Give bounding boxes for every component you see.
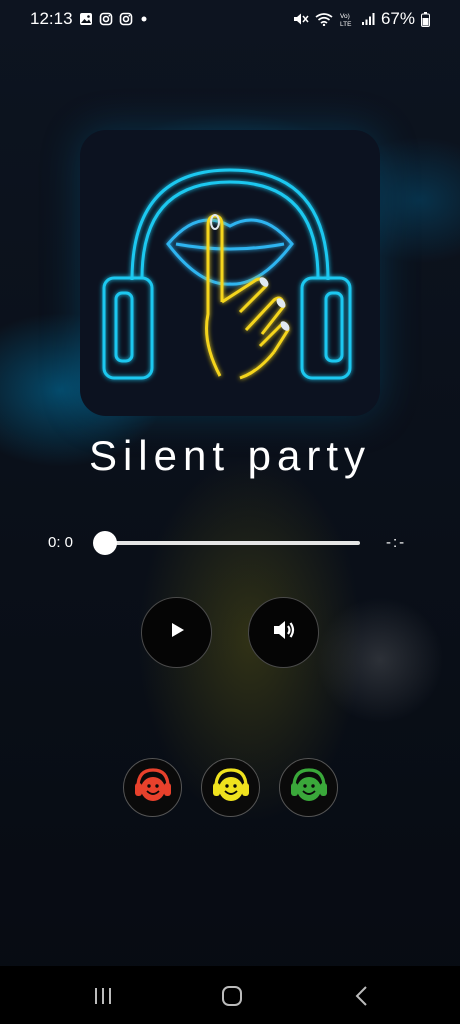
back-icon[interactable] [349,983,375,1009]
status-bar: 12:13 Vo) LTE 67% [0,0,460,38]
dot-icon [139,14,149,24]
gallery-icon [79,12,93,26]
wifi-icon [315,12,333,26]
headphones-smiley-icon [209,763,253,812]
seek-thumb[interactable] [93,531,117,555]
status-time: 12:13 [30,9,73,28]
home-icon[interactable] [219,983,245,1009]
play-button[interactable] [141,597,212,668]
status-right: Vo) LTE 67% [293,9,430,29]
play-icon [168,621,186,644]
svg-text:Vo): Vo) [340,13,350,20]
channel-red-button[interactable] [123,758,182,817]
headphones-icon [102,168,352,380]
battery-icon [421,11,430,27]
signal-icon [361,12,375,26]
album-artwork [80,130,380,416]
volume-button[interactable] [248,597,319,668]
track-title: Silent party [88,432,372,479]
seek-bar[interactable] [104,541,360,545]
current-time: 0: 0 [48,534,74,551]
total-time: -:- [386,534,407,551]
channel-yellow-button[interactable] [201,758,260,817]
svg-text:LTE: LTE [340,21,352,27]
instagram-icon [119,12,133,26]
status-left: 12:13 [30,9,149,29]
lips-icon [166,218,294,286]
instagram-icon [99,12,113,26]
channel-green-button[interactable] [279,758,338,817]
volume-icon [272,619,296,646]
mute-icon [293,12,309,26]
recents-icon[interactable] [90,983,116,1009]
volte-icon: Vo) LTE [339,11,355,27]
navigation-bar [0,966,460,1024]
shush-finger-icon [205,214,290,380]
headphones-smiley-icon [131,763,175,812]
battery-percent: 67% [380,9,415,28]
headphones-smiley-icon [287,763,331,812]
